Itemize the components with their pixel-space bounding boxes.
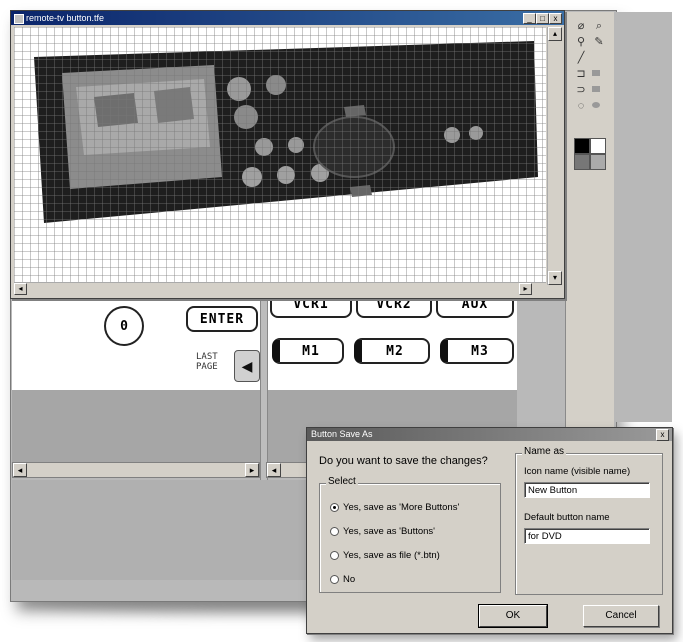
radio-icon[interactable] bbox=[330, 527, 339, 536]
scroll-right-icon[interactable]: ▸ bbox=[519, 283, 532, 295]
scroll-right-icon[interactable]: ▸ bbox=[245, 463, 259, 477]
name-as-group: Name as Icon name (visible name) New But… bbox=[515, 446, 663, 595]
radio-checked-icon[interactable] bbox=[330, 503, 339, 512]
option-label: Yes, save as file (*.btn) bbox=[343, 550, 440, 561]
scroll-down-icon[interactable]: ▾ bbox=[548, 271, 562, 285]
pane-splitter[interactable] bbox=[260, 295, 268, 480]
pencil-icon[interactable]: ✎ bbox=[592, 36, 606, 48]
default-name-field[interactable]: for DVD bbox=[524, 528, 650, 544]
ok-button[interactable]: OK bbox=[478, 604, 548, 628]
maximize-button[interactable]: □ bbox=[536, 13, 549, 24]
pixel-editor-window: remote-tv button.tfe _ □ x ▴ ▾ ◂ ▸ bbox=[10, 10, 565, 299]
ellipse-icon[interactable]: ◌ bbox=[574, 100, 588, 112]
scroll-left-icon[interactable]: ◂ bbox=[267, 463, 281, 477]
app-icon bbox=[14, 14, 24, 24]
scroll-left-icon[interactable]: ◂ bbox=[13, 463, 27, 477]
editor-title: remote-tv button.tfe bbox=[26, 13, 105, 23]
digit-zero-button[interactable]: 0 bbox=[104, 306, 144, 346]
rounded-rect-icon[interactable]: ⊃ bbox=[574, 84, 588, 96]
option-file[interactable]: Yes, save as file (*.btn) bbox=[330, 550, 440, 561]
tool-palette: ⌀ ⌕ ⚲ ✎ ╱ ⊐ ⊃ ◌ bbox=[565, 12, 614, 432]
editor-vertical-scrollbar[interactable]: ▴ ▾ bbox=[547, 27, 562, 285]
filled-rounded-rect-icon[interactable] bbox=[592, 86, 600, 92]
option-more-buttons[interactable]: Yes, save as 'More Buttons' bbox=[330, 502, 459, 513]
remote-pixel-art bbox=[14, 27, 546, 285]
status-area bbox=[12, 480, 312, 580]
picker-icon[interactable]: ⚲ bbox=[574, 36, 588, 48]
line-icon[interactable]: ╱ bbox=[574, 52, 588, 64]
pixel-canvas[interactable] bbox=[14, 27, 546, 285]
close-button[interactable]: x bbox=[549, 13, 562, 24]
option-label: Yes, save as 'Buttons' bbox=[343, 526, 435, 537]
button-save-as-dialog: Button Save As x Do you want to save the… bbox=[306, 427, 673, 634]
scroll-up-icon[interactable]: ▴ bbox=[548, 27, 562, 41]
option-label: Yes, save as 'More Buttons' bbox=[343, 502, 460, 513]
option-buttons[interactable]: Yes, save as 'Buttons' bbox=[330, 526, 435, 537]
enter-button[interactable]: ENTER bbox=[186, 306, 258, 332]
m2-button[interactable]: M2 bbox=[354, 338, 430, 364]
last-page-arrow-icon[interactable]: ◀ bbox=[234, 350, 260, 382]
filled-rect-icon[interactable] bbox=[592, 70, 600, 76]
cancel-button[interactable]: Cancel bbox=[583, 605, 659, 627]
radio-icon[interactable] bbox=[330, 551, 339, 560]
dialog-close-button[interactable]: x bbox=[656, 429, 669, 441]
icon-name-field[interactable]: New Button bbox=[524, 482, 650, 498]
option-no[interactable]: No bbox=[330, 574, 355, 585]
color-swatch-black[interactable] bbox=[574, 138, 590, 154]
color-swatch-light-gray[interactable] bbox=[590, 154, 606, 170]
filled-ellipse-icon[interactable] bbox=[592, 102, 600, 108]
default-name-label: Default button name bbox=[524, 512, 610, 523]
scroll-left-icon[interactable]: ◂ bbox=[14, 283, 27, 295]
radio-icon[interactable] bbox=[330, 575, 339, 584]
m1-button[interactable]: M1 bbox=[272, 338, 344, 364]
icon-name-label: Icon name (visible name) bbox=[524, 466, 631, 477]
fill-icon[interactable]: ⌕ bbox=[592, 20, 606, 32]
color-swatch-dark-gray[interactable] bbox=[574, 154, 590, 170]
right-pane-scrollbar[interactable]: ◂ bbox=[266, 462, 308, 478]
name-as-legend: Name as bbox=[522, 446, 567, 457]
editor-titlebar[interactable]: remote-tv button.tfe _ □ x bbox=[11, 11, 564, 25]
select-legend: Select bbox=[326, 476, 358, 487]
m3-button[interactable]: M3 bbox=[440, 338, 514, 364]
minimize-button[interactable]: _ bbox=[523, 13, 536, 24]
option-label: No bbox=[343, 574, 356, 585]
left-pane-scrollbar[interactable]: ◂ ▸ bbox=[12, 462, 260, 478]
dialog-question: Do you want to save the changes? bbox=[319, 455, 488, 467]
background-panel bbox=[612, 12, 672, 422]
editor-horizontal-scrollbar[interactable]: ◂ ▸ bbox=[14, 282, 546, 295]
dialog-title[interactable]: Button Save As bbox=[307, 428, 672, 441]
eraser-icon[interactable]: ⌀ bbox=[574, 20, 588, 32]
rect-icon[interactable]: ⊐ bbox=[574, 68, 588, 80]
select-group: Select Yes, save as 'More Buttons' Yes, … bbox=[319, 476, 501, 593]
color-swatch-white[interactable] bbox=[590, 138, 606, 154]
